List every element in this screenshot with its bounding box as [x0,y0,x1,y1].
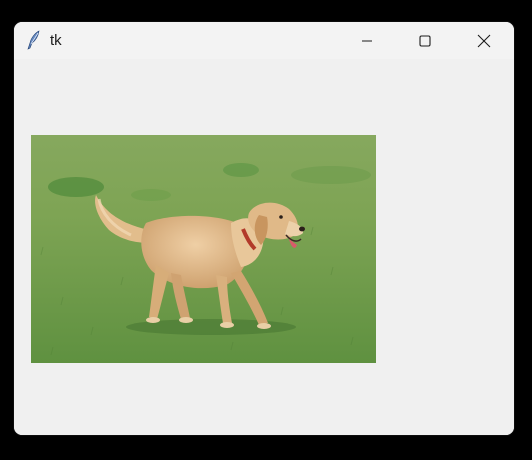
window-content [14,59,514,435]
close-button[interactable] [455,22,513,59]
window-title: tk [50,32,62,49]
dog-photo [31,135,376,363]
title-bar[interactable]: tk [14,22,514,59]
minimize-icon [361,35,373,47]
minimize-button[interactable] [338,22,396,59]
maximize-icon [419,34,431,47]
app-window: tk [14,22,514,435]
close-icon [477,34,491,48]
maximize-button[interactable] [396,22,454,59]
tk-feather-icon [25,30,43,50]
